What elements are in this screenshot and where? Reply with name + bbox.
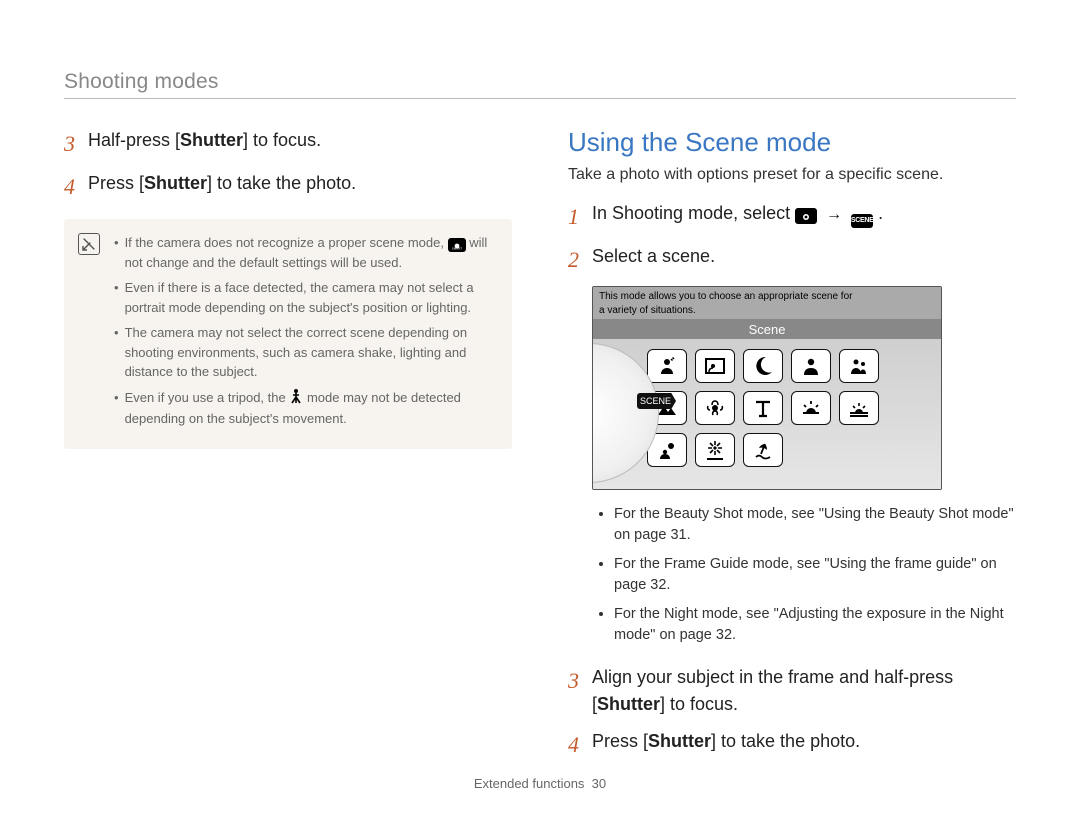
step-text: Align your subject in the frame and half… <box>592 664 1016 718</box>
step-4-left: 4 Press [Shutter] to take the photo. <box>64 170 512 203</box>
screen-banner: This mode allows you to choose an approp… <box>593 287 941 305</box>
bullet-frame-guide: For the Frame Guide mode, see "Using the… <box>614 554 1016 596</box>
shutter-label: Shutter <box>144 173 207 193</box>
scene-text-icon <box>743 391 783 425</box>
text: Half-press [ <box>88 130 180 150</box>
step-number: 3 <box>568 664 582 697</box>
reference-bullets: For the Beauty Shot mode, see "Using the… <box>590 504 1016 646</box>
scene-frame-guide-icon <box>695 349 735 383</box>
scene-beach-snow-icon <box>743 433 783 467</box>
step-text: Press [Shutter] to take the photo. <box>592 728 860 755</box>
bullet-night-mode: For the Night mode, see "Adjusting the e… <box>614 604 1016 646</box>
right-column: Using the Scene mode Take a photo with o… <box>568 127 1016 771</box>
scene-night-icon <box>743 349 783 383</box>
screen-mode-label: Scene <box>593 319 941 339</box>
text: Even if you use a tripod, the <box>125 390 290 405</box>
scene-fireworks-icon <box>695 433 735 467</box>
scene-closeup-icon <box>695 391 735 425</box>
note-item: • Even if you use a tripod, the mode may… <box>114 388 494 429</box>
bullet: • <box>114 233 119 272</box>
camera-icon <box>795 208 817 224</box>
arrow-icon: → <box>826 206 842 223</box>
step-1-right: 1 In Shooting mode, select → SCENE . <box>568 200 1016 233</box>
text: ] to take the photo. <box>207 173 356 193</box>
dial-scene-tab: SCENE <box>637 393 676 409</box>
text: . <box>878 203 883 223</box>
step-number: 3 <box>64 127 78 160</box>
step-number: 4 <box>568 728 582 761</box>
scene-sunset-icon <box>791 391 831 425</box>
camera-screen: This mode allows you to choose an approp… <box>592 286 942 490</box>
step-text: Half-press [Shutter] to focus. <box>88 127 321 154</box>
step-text: In Shooting mode, select → SCENE . <box>592 200 883 228</box>
note-item: • The camera may not select the correct … <box>114 323 494 382</box>
screen-body: SCENE <box>593 339 941 489</box>
scene-icon-grid <box>647 349 933 467</box>
shutter-label: Shutter <box>648 731 711 751</box>
text: If the camera does not recognize a prope… <box>125 235 448 250</box>
scene-dawn-icon <box>839 391 879 425</box>
tripod-person-icon <box>289 388 303 410</box>
screen-banner-line2: a variety of situations. <box>593 305 941 319</box>
step-4-right: 4 Press [Shutter] to take the photo. <box>568 728 1016 761</box>
two-column-layout: 3 Half-press [Shutter] to focus. 4 Press… <box>64 127 1016 771</box>
bullet: • <box>114 278 119 317</box>
manual-page: Shooting modes 3 Half-press [Shutter] to… <box>0 0 1080 815</box>
scene-mode-icon: SCENE <box>851 214 873 228</box>
step-3-right: 3 Align your subject in the frame and ha… <box>568 664 1016 718</box>
note-text: Even if you use a tripod, the mode may n… <box>125 388 494 429</box>
step-number: 4 <box>64 170 78 203</box>
intro-text: Take a photo with options preset for a s… <box>568 166 1016 184</box>
scene-beauty-shot-icon <box>647 349 687 383</box>
note-item: • Even if there is a face detected, the … <box>114 278 494 317</box>
step-3-left: 3 Half-press [Shutter] to focus. <box>64 127 512 160</box>
step-2-right: 2 Select a scene. <box>568 243 1016 276</box>
step-number: 1 <box>568 200 582 233</box>
page-footer: Extended functions 30 <box>0 776 1080 791</box>
step-text: Select a scene. <box>592 243 715 270</box>
footer-page-number: 30 <box>592 776 606 791</box>
note-icon <box>78 233 100 255</box>
text: Press [ <box>592 731 648 751</box>
note-item: • If the camera does not recognize a pro… <box>114 233 494 272</box>
scene-children-icon <box>839 349 879 383</box>
note-box: • If the camera does not recognize a pro… <box>64 219 512 449</box>
shutter-label: Shutter <box>597 694 660 714</box>
left-column: 3 Half-press [Shutter] to focus. 4 Press… <box>64 127 512 771</box>
step-text: Press [Shutter] to take the photo. <box>88 170 356 197</box>
note-text: The camera may not select the correct sc… <box>125 323 494 382</box>
bullet: • <box>114 388 119 429</box>
bullet-beauty-shot: For the Beauty Shot mode, see "Using the… <box>614 504 1016 546</box>
section-header: Shooting modes <box>64 70 1016 99</box>
bullet: • <box>114 323 119 382</box>
text: Press [ <box>88 173 144 193</box>
text: In Shooting mode, select <box>592 203 795 223</box>
section-heading: Using the Scene mode <box>568 127 1016 158</box>
footer-label: Extended functions <box>474 776 585 791</box>
text: ] to focus. <box>243 130 321 150</box>
step-number: 2 <box>568 243 582 276</box>
shutter-label: Shutter <box>180 130 243 150</box>
note-text: Even if there is a face detected, the ca… <box>125 278 494 317</box>
scene-portrait-icon <box>791 349 831 383</box>
smart-camera-icon: SMART <box>448 238 466 252</box>
text: ] to focus. <box>660 694 738 714</box>
note-text: If the camera does not recognize a prope… <box>125 233 494 272</box>
text: ] to take the photo. <box>711 731 860 751</box>
svg-text:SMART: SMART <box>451 247 462 250</box>
